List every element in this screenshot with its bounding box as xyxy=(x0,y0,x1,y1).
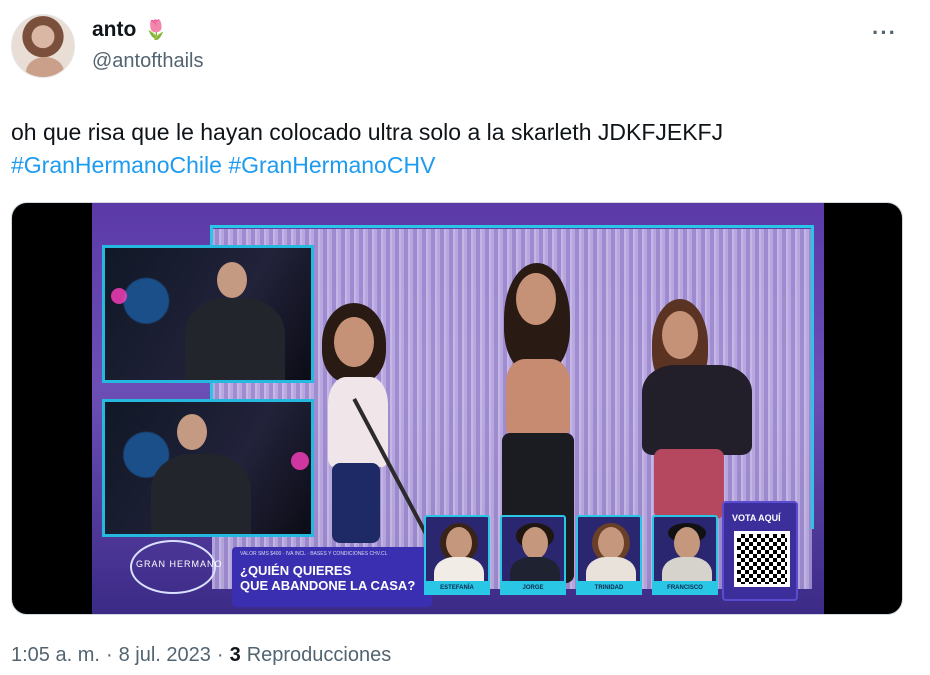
hashtag-link[interactable]: #GranHermanoChile xyxy=(11,152,222,178)
more-options-button[interactable]: ··· xyxy=(872,20,897,46)
author-name-row: anto 🌷 xyxy=(92,18,168,42)
avatar-figure xyxy=(26,57,64,77)
tweet-media[interactable]: CHV GRAN HERMANO VALOR SMS $400 · IVA IN… xyxy=(11,202,903,615)
nominee-name: TRINIDAD xyxy=(576,581,642,595)
views-count: 3 xyxy=(229,644,241,666)
question-line-2: QUE ABANDONE LA CASA? xyxy=(240,578,416,593)
tv-screenshot: CHV GRAN HERMANO VALOR SMS $400 · IVA IN… xyxy=(92,203,824,614)
vote-label: VOTA AQUÍ xyxy=(732,513,781,523)
display-name[interactable]: anto xyxy=(92,18,136,42)
avatar[interactable] xyxy=(11,14,75,78)
singer-left xyxy=(322,303,402,563)
gran-hermano-logo: GRAN HERMANO xyxy=(130,540,222,594)
camera-inset-top xyxy=(102,245,314,383)
sms-fine-print: VALOR SMS $400 · IVA INCL · BASES Y COND… xyxy=(240,551,388,557)
tweet-time[interactable]: 1:05 a. m. xyxy=(11,644,100,667)
question-line-1: ¿QUIÉN QUIERES xyxy=(240,563,352,578)
user-handle[interactable]: @antofthails xyxy=(92,50,203,73)
hashtags: #GranHermanoChile #GranHermanoCHV xyxy=(11,148,435,182)
tweet-date[interactable]: 8 jul. 2023 xyxy=(119,644,211,667)
qr-code-icon xyxy=(734,531,790,587)
vote-box: VOTA AQUÍ xyxy=(722,501,798,601)
tweet-text: oh que risa que le hayan colocado ultra … xyxy=(11,119,724,145)
meta-separator: · xyxy=(105,644,113,666)
meta-separator: · xyxy=(216,644,224,666)
nominee-name: ESTEFANÍA xyxy=(424,581,490,595)
camera-inset-bottom xyxy=(102,399,314,537)
vote-question-banner: VALOR SMS $400 · IVA INCL · BASES Y COND… xyxy=(232,547,432,607)
nominee-name: JORGE xyxy=(500,581,566,595)
nominee-name: FRANCISCO xyxy=(652,581,718,595)
chv-logo-icon: CHV xyxy=(819,237,824,301)
hashtag-link[interactable]: #GranHermanoCHV xyxy=(228,152,435,178)
views-label: Reproducciones xyxy=(246,644,392,666)
tulip-emoji-icon: 🌷 xyxy=(144,20,168,41)
tweet-meta: 1:05 a. m. · 8 jul. 2023 · 3 Reproduccio… xyxy=(11,644,391,667)
